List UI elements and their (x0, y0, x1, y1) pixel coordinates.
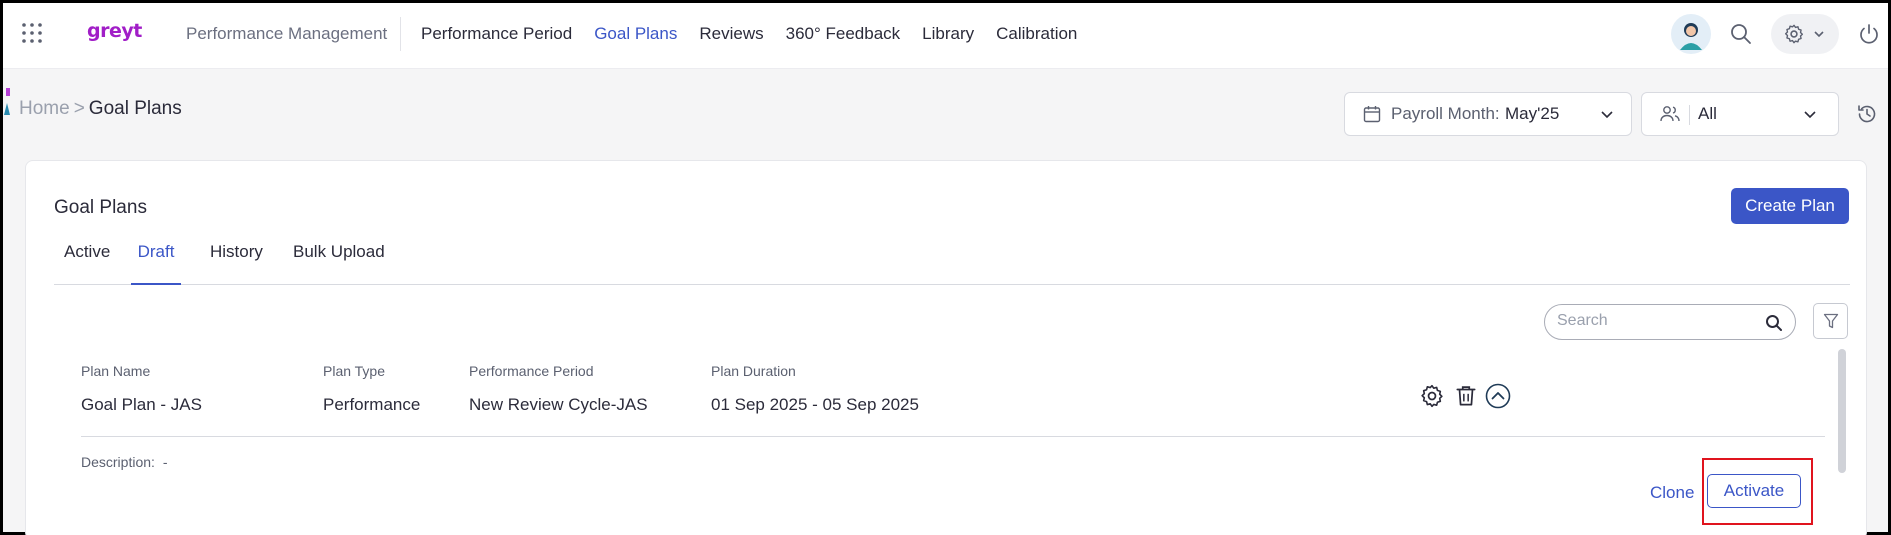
nav-reviews[interactable]: Reviews (699, 24, 763, 44)
chevron-down-icon (1601, 111, 1613, 119)
nav-goal-plans[interactable]: Goal Plans (594, 24, 677, 44)
top-navigation-bar: greyt Performance Management Performance… (3, 3, 1888, 69)
breadcrumb-current: Goal Plans (88, 98, 182, 119)
gear-icon[interactable] (1419, 383, 1445, 409)
trash-icon[interactable] (1453, 383, 1479, 409)
decorative-mark (6, 88, 10, 96)
search-field[interactable] (1544, 304, 1796, 340)
payroll-month-dropdown[interactable]: Payroll Month: May'25 (1344, 92, 1632, 136)
description: Description: - (81, 454, 168, 470)
payroll-month-label: Payroll Month: (1391, 104, 1500, 123)
tab-history[interactable]: History (210, 242, 263, 285)
activate-button[interactable]: Activate (1707, 474, 1801, 508)
nav-library[interactable]: Library (922, 24, 974, 44)
nav-calibration[interactable]: Calibration (996, 24, 1077, 44)
description-label: Description: (81, 454, 155, 470)
settings-menu-button[interactable] (1771, 14, 1839, 54)
breadcrumb-home[interactable]: Home (19, 98, 70, 119)
people-icon (1660, 106, 1680, 122)
employee-group-dropdown[interactable]: All (1641, 92, 1839, 136)
history-icon[interactable] (1856, 103, 1878, 125)
nav-360-feedback[interactable]: 360° Feedback (786, 24, 901, 44)
description-value: - (162, 454, 168, 470)
plan-name-value: Goal Plan - JAS (81, 395, 202, 414)
plan-duration-value: 01 Sep 2025 - 05 Sep 2025 (711, 395, 919, 414)
performance-period-value: New Review Cycle-JAS (469, 395, 648, 414)
search-icon[interactable] (1729, 22, 1753, 46)
column-header-plan-name: Plan Name (81, 363, 151, 379)
breadcrumb: Home > Goal Plans (19, 98, 182, 120)
goal-plans-card: Goal Plans Create Plan Active Draft Hist… (25, 160, 1867, 535)
column-header-plan-type: Plan Type (323, 363, 386, 379)
scrollbar[interactable] (1838, 349, 1846, 473)
brand-logo[interactable]: greyt (87, 20, 142, 42)
filter-icon (1823, 313, 1839, 329)
user-avatar[interactable] (1671, 14, 1711, 54)
search-icon[interactable] (1765, 314, 1783, 332)
card-title: Goal Plans (54, 197, 147, 218)
main-nav: Performance Period Goal Plans Reviews 36… (421, 24, 1099, 44)
tab-active[interactable]: Active (64, 242, 110, 285)
nav-performance-period[interactable]: Performance Period (421, 24, 572, 44)
plan-type-value: Performance (323, 395, 421, 414)
chevron-down-icon (1814, 31, 1824, 38)
chevron-up-circle-icon[interactable] (1485, 383, 1511, 409)
nav-divider (400, 17, 401, 51)
row-divider (81, 436, 1825, 437)
power-icon[interactable] (1857, 22, 1881, 46)
payroll-month-value: May'25 (1505, 104, 1560, 123)
filter-button[interactable] (1813, 303, 1848, 339)
avatar-image (1680, 23, 1702, 50)
tab-draft[interactable]: Draft (131, 242, 181, 285)
module-name[interactable]: Performance Management (186, 24, 387, 44)
employee-group-value: All (1698, 104, 1717, 123)
dropdown-divider (1689, 105, 1690, 125)
plan-tabs: Active Draft History Bulk Upload (54, 231, 1850, 285)
gear-icon (1784, 24, 1804, 44)
breadcrumb-separator: > (73, 98, 85, 119)
apps-grid-icon[interactable] (21, 22, 43, 44)
column-header-plan-duration: Plan Duration (711, 363, 796, 379)
chevron-down-icon (1804, 111, 1816, 119)
clone-button[interactable]: Clone (1650, 483, 1694, 503)
create-plan-button[interactable]: Create Plan (1731, 188, 1849, 224)
column-header-performance-period: Performance Period (469, 363, 594, 379)
search-input[interactable] (1557, 312, 1747, 330)
calendar-icon (1363, 106, 1381, 123)
decorative-mark (4, 103, 10, 115)
tab-bulk-upload[interactable]: Bulk Upload (293, 242, 385, 285)
